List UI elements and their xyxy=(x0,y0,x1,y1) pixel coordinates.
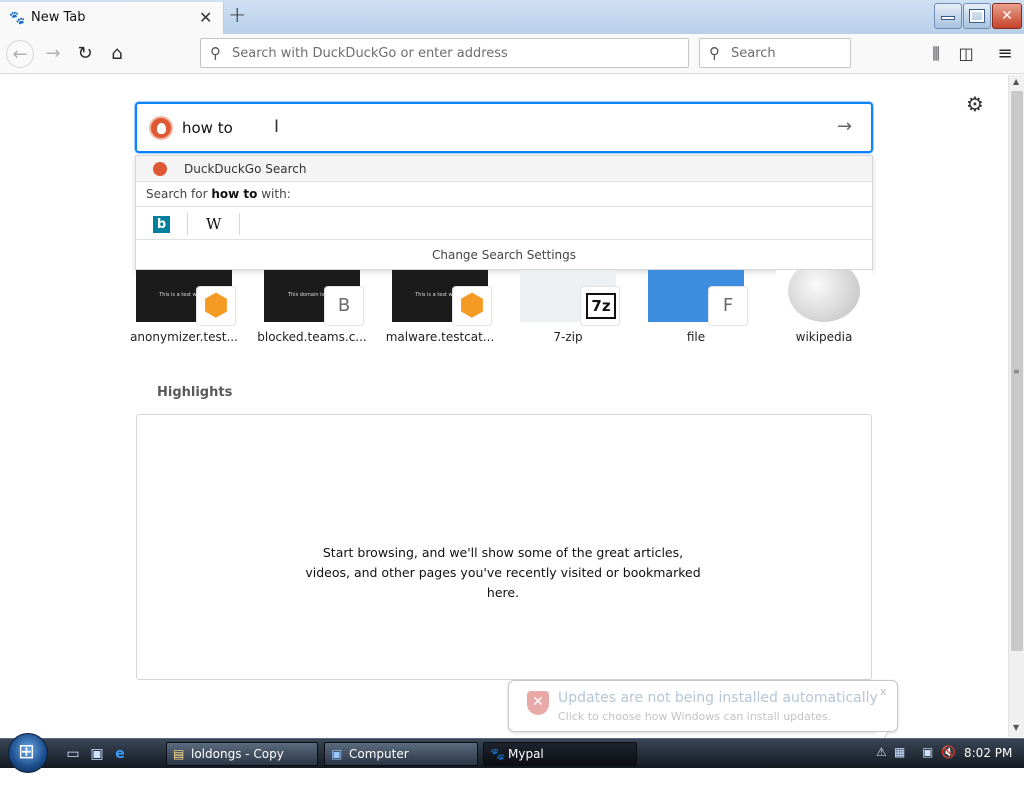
taskbar-button-label: Mypal xyxy=(508,747,544,761)
wikipedia-icon[interactable]: W xyxy=(206,215,221,233)
search-value: how to xyxy=(182,119,233,137)
tray-network-icon[interactable]: ▦ xyxy=(894,745,905,759)
library-button[interactable]: ⫼ xyxy=(922,40,950,68)
top-site-label: wikipedia xyxy=(795,330,853,344)
search-term: how to xyxy=(211,187,258,201)
tab-close-icon[interactable]: ✕ xyxy=(199,8,212,27)
site-thumbnail xyxy=(776,270,872,322)
close-window-button[interactable]: ✕ xyxy=(992,3,1022,29)
search-bar[interactable]: ⚲ Search xyxy=(699,38,851,68)
home-button[interactable]: ⌂ xyxy=(103,40,131,68)
divider xyxy=(187,213,188,235)
maximize-button[interactable] xyxy=(963,3,991,29)
highlights-empty-message: Start browsing, and we'll show some of t… xyxy=(305,545,701,600)
tray-display-icon[interactable]: ▣ xyxy=(922,745,933,759)
windows-update-notification[interactable]: ✕ Updates are not being installed automa… xyxy=(508,680,898,744)
notification-body: Click to choose how Windows can install … xyxy=(558,710,832,723)
minimize-icon xyxy=(941,16,955,20)
search-placeholder: Search xyxy=(731,46,776,61)
tray-volume-muted-icon[interactable]: 🔇 xyxy=(941,745,956,759)
newtab-search-input[interactable]: how to I → xyxy=(135,102,873,153)
shield-warning-icon: ✕ xyxy=(527,691,549,715)
tray-update-icon[interactable]: ⚠ xyxy=(876,745,887,759)
taskbar-button-folder[interactable]: ▤ loldongs - Copy (2).... xyxy=(166,742,318,783)
tab-title: New Tab xyxy=(31,10,86,25)
7zip-icon: 7z xyxy=(580,286,620,326)
divider xyxy=(239,213,240,235)
back-button[interactable]: ← xyxy=(6,40,34,68)
hamburger-icon: ≡ xyxy=(997,43,1013,64)
search-icon: ⚲ xyxy=(709,44,720,62)
wikipedia-globe-icon xyxy=(788,270,860,322)
search-suggestions-popup: DuckDuckGo Search Search for how to with… xyxy=(135,155,873,270)
scroll-grip-icon: ≡ xyxy=(1013,367,1020,376)
forward-button[interactable]: → xyxy=(39,40,67,68)
sidebar-icon: ◫ xyxy=(958,44,974,63)
mypal-icon: 🐾 xyxy=(9,11,26,26)
tab-strip: 🐾 New Tab ✕ + ✕ xyxy=(0,0,1024,34)
site-badge-icon xyxy=(196,286,236,326)
top-site-label: file xyxy=(686,330,706,344)
taskbar: ▭ ▣ e ▤ loldongs - Copy (2).... ▣ Comput… xyxy=(0,733,1024,783)
computer-icon: ▣ xyxy=(331,747,343,761)
text-cursor-icon: I xyxy=(274,117,280,137)
one-off-engines: b W xyxy=(136,206,872,240)
notification-close-icon[interactable]: x xyxy=(880,685,887,698)
address-placeholder: Search with DuckDuckGo or enter address xyxy=(232,46,508,61)
site-letter-badge: F xyxy=(708,286,748,326)
taskbar-button-label: Computer xyxy=(349,747,409,761)
top-site-label: anonymizer.test... xyxy=(130,330,238,344)
duckduckgo-icon xyxy=(149,116,173,140)
tab-new-tab[interactable]: 🐾 New Tab ✕ xyxy=(0,2,224,34)
switch-windows-icon[interactable]: ▣ xyxy=(88,745,106,763)
scroll-down-icon[interactable]: ▼ xyxy=(1013,723,1019,732)
library-icon: ⫼ xyxy=(932,44,940,63)
search-for-suffix: with: xyxy=(261,187,291,201)
search-icon: ⚲ xyxy=(210,44,221,62)
notification-title: Updates are not being installed automati… xyxy=(558,690,878,706)
vertical-scrollbar[interactable]: ▲ ≡ ▼ xyxy=(1008,75,1024,737)
duckduckgo-icon xyxy=(153,162,167,176)
new-tab-button[interactable]: + xyxy=(228,3,246,28)
taskbar-button-label: loldongs - Copy (2).... xyxy=(191,747,284,783)
site-badge-icon xyxy=(452,286,492,326)
internet-explorer-icon[interactable]: e xyxy=(111,745,129,763)
restore-icon xyxy=(969,9,985,23)
suggestion-label: DuckDuckGo Search xyxy=(184,162,307,176)
scroll-up-icon[interactable]: ▲ xyxy=(1013,77,1019,86)
show-desktop-icon[interactable]: ▭ xyxy=(64,745,82,763)
menu-button[interactable]: ≡ xyxy=(991,40,1019,68)
suggestion-duckduckgo-search[interactable]: DuckDuckGo Search xyxy=(136,156,872,182)
top-site-label: malware.testcat... xyxy=(385,330,495,344)
address-bar[interactable]: ⚲ Search with DuckDuckGo or enter addres… xyxy=(200,38,689,68)
search-for-line: Search for how to with: xyxy=(146,187,291,201)
change-search-settings-button[interactable]: Change Search Settings xyxy=(136,240,872,270)
folder-icon: ▤ xyxy=(173,747,185,761)
top-site-label: blocked.teams.c... xyxy=(257,330,367,344)
mypal-icon: 🐾 xyxy=(490,747,505,761)
navigation-toolbar: ← → ↻ ⌂ ⚲ Search with DuckDuckGo or ente… xyxy=(0,34,1024,74)
back-arrow-icon: ← xyxy=(12,44,28,65)
taskbar-button-computer[interactable]: ▣ Computer xyxy=(324,742,478,766)
sidebar-button[interactable]: ◫ xyxy=(952,40,980,68)
top-site-label: 7-zip xyxy=(553,330,583,344)
minimize-button[interactable] xyxy=(934,3,962,29)
clock[interactable]: 8:02 PM xyxy=(964,746,1012,760)
bing-icon[interactable]: b xyxy=(153,216,170,233)
reload-icon: ↻ xyxy=(77,43,93,64)
search-go-arrow-icon[interactable]: → xyxy=(837,116,852,137)
taskbar-button-mypal[interactable]: 🐾 Mypal xyxy=(483,742,637,766)
site-letter-badge: B xyxy=(324,286,364,326)
highlights-title: Highlights xyxy=(157,385,233,400)
start-button[interactable] xyxy=(8,733,48,773)
home-icon: ⌂ xyxy=(111,43,123,64)
search-for-prefix: Search for xyxy=(146,187,208,201)
forward-arrow-icon: → xyxy=(45,43,61,64)
reload-button[interactable]: ↻ xyxy=(71,40,99,68)
customize-gear-icon[interactable]: ⚙ xyxy=(966,92,984,116)
